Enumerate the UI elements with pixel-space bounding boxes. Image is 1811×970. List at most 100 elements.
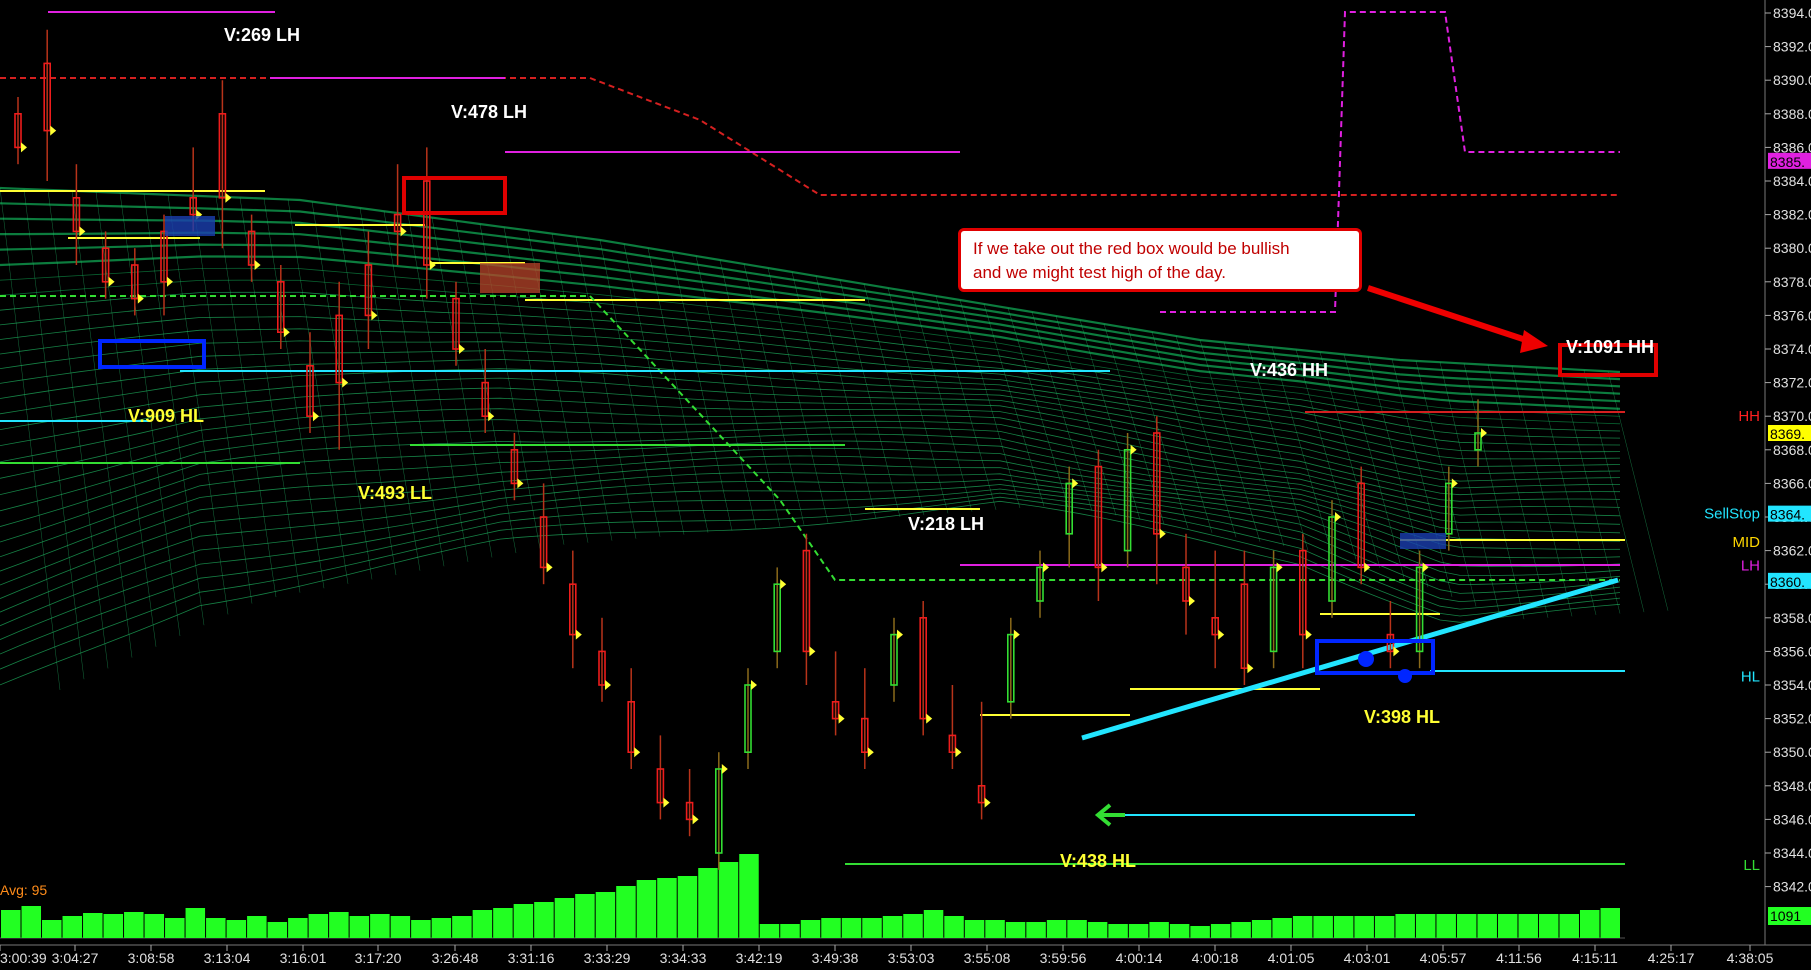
- annotation-callout: If we take out the red box would be bull…: [958, 228, 1362, 292]
- x-tick-label: 4:38:05: [1727, 950, 1774, 966]
- volume-bar: [1067, 920, 1087, 938]
- volume-average-label: Avg: 95: [0, 882, 47, 898]
- x-tick-label: 3:17:20: [355, 950, 402, 966]
- y-tick-label: 8350.0: [1773, 744, 1811, 760]
- volume-bar: [657, 878, 677, 938]
- volume-bar: [616, 886, 636, 938]
- volume-bar: [1251, 920, 1272, 938]
- volume-tag-label: 1091: [1770, 908, 1801, 924]
- volume-bar: [472, 910, 493, 938]
- volume-bar: [144, 914, 165, 938]
- volume-bar: [1477, 914, 1497, 938]
- y-tick-label: 8342.0: [1773, 879, 1811, 895]
- volume-bar: [1497, 914, 1518, 938]
- swing-label: V:478 LH: [451, 102, 527, 122]
- volume-bar: [431, 918, 452, 938]
- y-tick-label: 8384.0: [1773, 173, 1811, 189]
- demand-zone: [1400, 533, 1446, 549]
- x-tick-label: 3:59:56: [1040, 950, 1087, 966]
- swing-label: V:269 LH: [224, 25, 300, 45]
- y-tick-label: 8348.0: [1773, 778, 1811, 794]
- y-tick-label: 8376.0: [1773, 307, 1811, 323]
- volume-bar: [1538, 914, 1559, 938]
- x-tick-label: 3:31:16: [508, 950, 555, 966]
- x-tick-label: 3:34:33: [660, 950, 707, 966]
- y-tick-label: 8352.0: [1773, 711, 1811, 727]
- volume-bar: [1, 910, 21, 938]
- y-tick-label: 8358.0: [1773, 610, 1811, 626]
- volume-bar: [1374, 916, 1395, 938]
- volume-bar: [1436, 914, 1456, 938]
- level-label: LL: [1743, 857, 1760, 874]
- swing-label: V:1091 HH: [1566, 337, 1654, 357]
- volume-bar: [636, 880, 657, 938]
- volume-bar: [165, 918, 185, 938]
- volume-bar: [677, 876, 698, 938]
- supply-zone: [480, 263, 540, 293]
- volume-bar: [595, 892, 616, 938]
- x-tick-label: 4:25:17: [1648, 950, 1695, 966]
- swing-label: V:438 HL: [1060, 851, 1136, 871]
- volume-bar: [1005, 922, 1026, 938]
- volume-bar: [452, 916, 472, 938]
- volume-bar: [1559, 914, 1579, 938]
- volume-bar: [1087, 922, 1108, 938]
- volume-bar: [1518, 914, 1538, 938]
- volume-bar: [1210, 924, 1231, 938]
- volume-bar: [780, 924, 800, 938]
- volume-bar: [698, 868, 718, 938]
- x-tick-label: 3:55:08: [964, 950, 1011, 966]
- y-tick-label: 8374.0: [1773, 341, 1811, 357]
- volume-bar: [1333, 916, 1354, 938]
- volume-bar: [1169, 924, 1190, 938]
- volume-bar: [21, 906, 42, 938]
- x-tick-label: 3:16:01: [280, 950, 327, 966]
- y-tick-label: 8346.0: [1773, 811, 1811, 827]
- y-tick-label: 8380.0: [1773, 240, 1811, 256]
- volume-bar: [841, 918, 862, 938]
- y-tick-label: 8372.0: [1773, 375, 1811, 391]
- swing-label: V:218 LH: [908, 514, 984, 534]
- volume-bar: [226, 920, 247, 938]
- volume-bar: [411, 920, 431, 938]
- volume-bar: [83, 913, 103, 938]
- volume-bar: [1456, 914, 1477, 938]
- volume-bar: [575, 894, 595, 938]
- volume-bar: [513, 904, 534, 938]
- annotation-line-1: If we take out the red box would be bull…: [973, 239, 1290, 258]
- volume-bar: [247, 916, 267, 938]
- swing-label: V:436 HH: [1250, 360, 1328, 380]
- time-axis[interactable]: 3:00:39 3:04:27 3:08:58 3:13:04 3:16:01 3:17:…: [0, 944, 1811, 970]
- level-label: SellStop: [1704, 506, 1760, 523]
- swing-label: V:493 LL: [358, 483, 432, 503]
- volume-bar: [1600, 908, 1620, 938]
- volume-bar: [534, 902, 554, 938]
- pivot-dot: [1398, 669, 1412, 683]
- y-tick-label: 8394.0: [1773, 5, 1811, 21]
- x-tick-label: 3:00:39: [0, 950, 47, 966]
- y-tick-label: 8378.0: [1773, 274, 1811, 290]
- x-tick-label: 3:49:38: [812, 950, 859, 966]
- volume-bar: [1292, 916, 1313, 938]
- volume-bar: [370, 914, 390, 938]
- volume-bar: [62, 916, 83, 938]
- level-label: HL: [1741, 669, 1760, 686]
- price-tag-label: 8369.: [1770, 426, 1805, 442]
- volume-bar: [1128, 924, 1149, 938]
- x-tick-label: 4:15:11: [1572, 950, 1618, 966]
- level-label: LH: [1741, 558, 1760, 575]
- y-tick-label: 8390.0: [1773, 72, 1811, 88]
- volume-bar: [739, 854, 759, 938]
- x-tick-label: 4:05:57: [1420, 950, 1467, 966]
- level-label: MID: [1733, 534, 1761, 551]
- y-tick-label: 8388.0: [1773, 106, 1811, 122]
- volume-bar: [267, 922, 288, 938]
- x-tick-label: 3:08:58: [128, 950, 175, 966]
- x-tick-label: 4:00:18: [1192, 950, 1239, 966]
- x-tick-label: 4:01:05: [1268, 950, 1315, 966]
- volume-bar: [1395, 914, 1415, 938]
- x-tick-label: 4:11:56: [1496, 950, 1542, 966]
- x-tick-label: 3:26:48: [432, 950, 479, 966]
- x-tick-label: 4:03:01: [1344, 950, 1391, 966]
- price-tag-label: 8364.: [1770, 507, 1805, 523]
